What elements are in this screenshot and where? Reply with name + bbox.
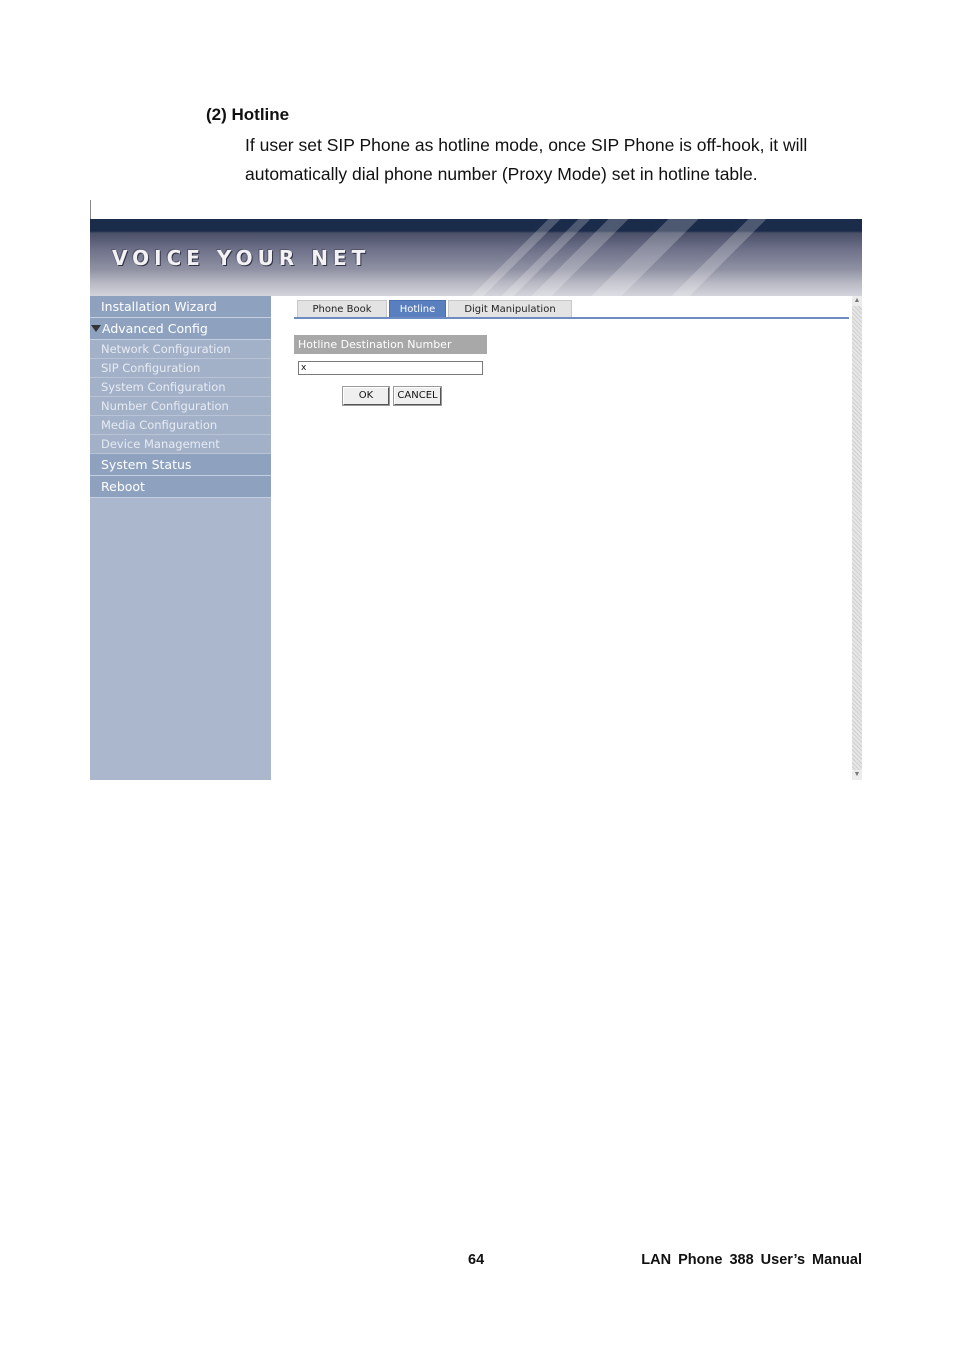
tab-digit-manipulation[interactable]: Digit Manipulation: [448, 300, 572, 318]
section-paragraph: If user set SIP Phone as hotline mode, o…: [245, 135, 808, 184]
brand-logo: VOICE YOUR NET: [112, 246, 371, 270]
triangle-down-icon: [91, 325, 101, 332]
nav-advanced-config[interactable]: Advanced Config: [90, 318, 271, 340]
section-heading: (2) Hotline: [206, 105, 290, 124]
tab-hotline[interactable]: Hotline: [389, 300, 446, 318]
vertical-scrollbar[interactable]: ▲ ▼: [852, 296, 862, 780]
frame-edge-line: [90, 200, 91, 220]
tab-phone-book[interactable]: Phone Book: [297, 300, 387, 318]
tab-underline: [294, 317, 849, 319]
nav-media-configuration[interactable]: Media Configuration: [90, 416, 271, 435]
nav-installation-wizard[interactable]: Installation Wizard: [90, 296, 271, 318]
nav-device-management[interactable]: Device Management: [90, 435, 271, 454]
sidebar: Installation Wizard Advanced Config Netw…: [90, 296, 271, 780]
scroll-down-icon[interactable]: ▼: [852, 770, 862, 780]
nav-reboot[interactable]: Reboot: [90, 476, 271, 498]
nav-advanced-config-label: Advanced Config: [102, 321, 208, 336]
main-content: Phone Book Hotline Digit Manipulation Ho…: [271, 296, 851, 780]
nav-sip-configuration[interactable]: SIP Configuration: [90, 359, 271, 378]
page-number: 64: [468, 1252, 485, 1268]
ok-button[interactable]: OK: [342, 386, 390, 406]
nav-system-configuration[interactable]: System Configuration: [90, 378, 271, 397]
nav-number-configuration[interactable]: Number Configuration: [90, 397, 271, 416]
manual-title: LAN Phone 388 User’s Manual: [641, 1252, 862, 1268]
cancel-button[interactable]: CANCEL: [393, 386, 442, 406]
web-ui-screenshot: VOICE YOUR NET Installation Wizard Advan…: [90, 219, 862, 780]
nav-network-configuration[interactable]: Network Configuration: [90, 340, 271, 359]
scroll-up-icon[interactable]: ▲: [852, 296, 862, 306]
nav-system-status[interactable]: System Status: [90, 454, 271, 476]
hotline-destination-input[interactable]: x: [298, 361, 483, 375]
header-banner: VOICE YOUR NET: [90, 219, 862, 296]
hotline-destination-label: Hotline Destination Number: [294, 335, 487, 354]
